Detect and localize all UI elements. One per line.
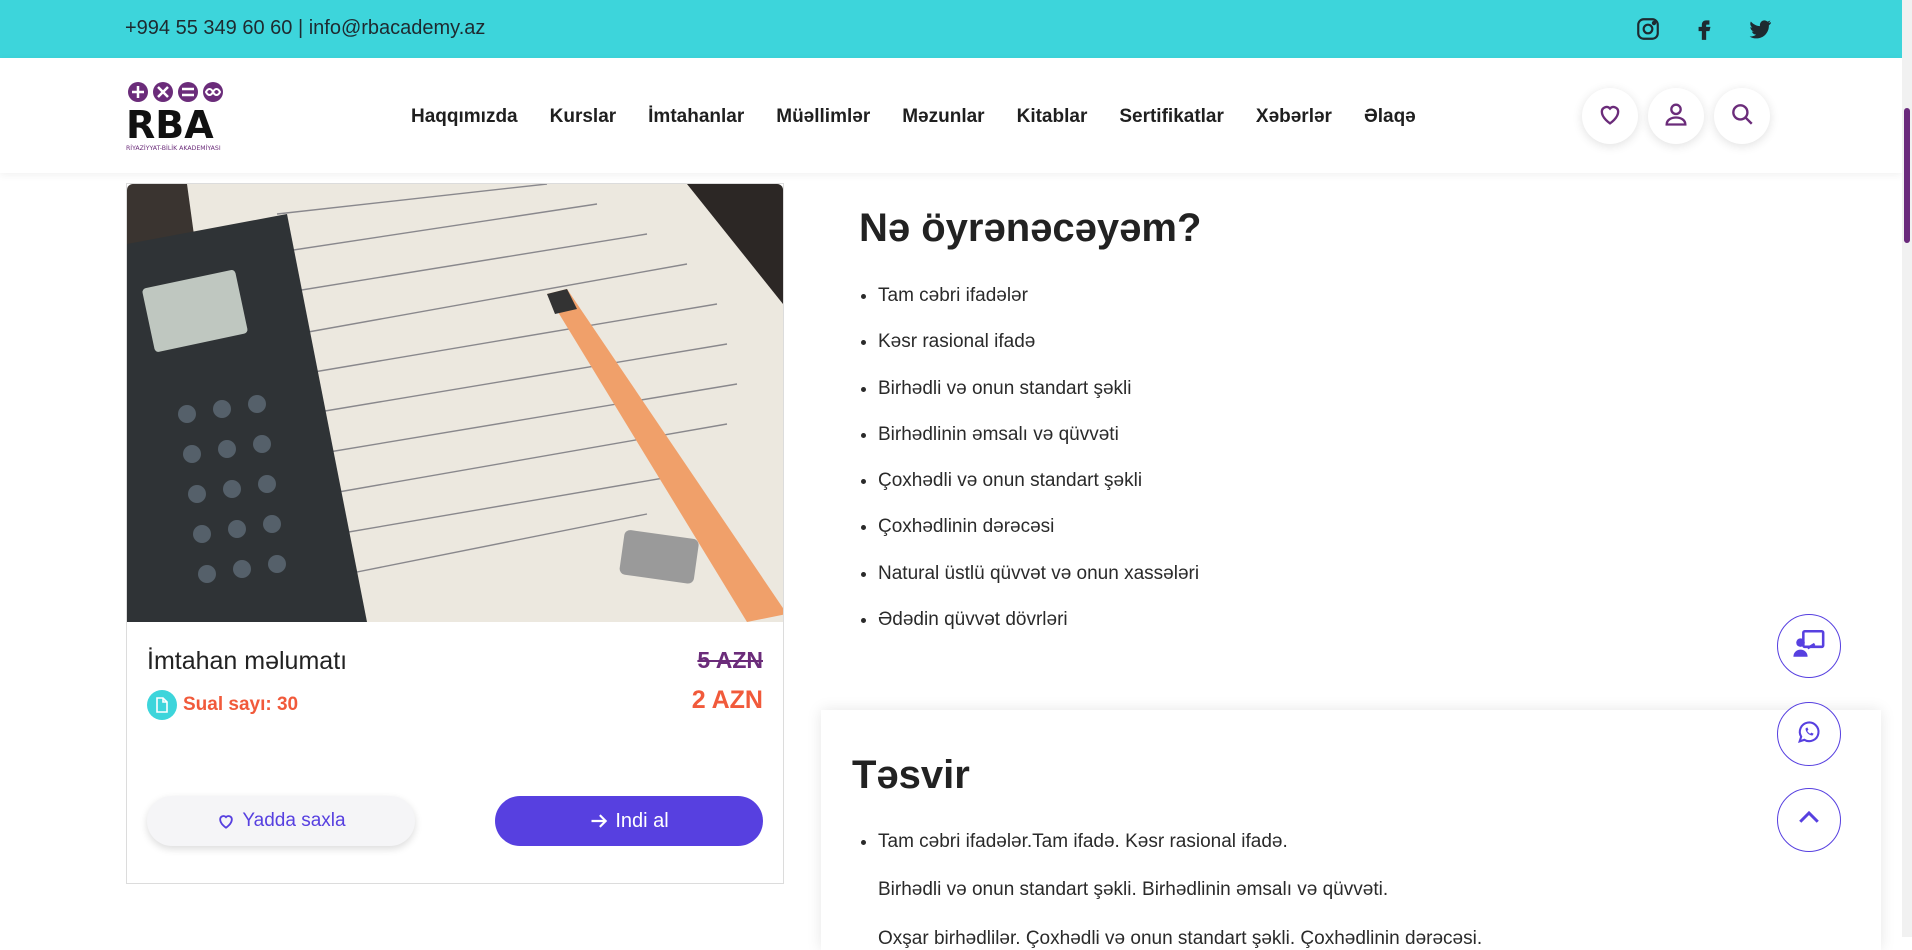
nav-item-news[interactable]: Xəbərlər <box>1256 106 1332 128</box>
list-item: Çoxhədlinin dərəcəsi <box>878 515 1578 561</box>
rba-logo[interactable]: RBA RİYAZİYYAT-BİLİK AKADEMİYASI <box>126 80 232 152</box>
nav-item-graduates[interactable]: Məzunlar <box>902 106 984 128</box>
arrow-right-icon <box>589 811 609 831</box>
logo-subtitle: RİYAZİYYAT-BİLİK AKADEMİYASI <box>126 143 221 152</box>
twitter-icon[interactable] <box>1747 16 1773 42</box>
whatsapp-button[interactable] <box>1777 702 1841 766</box>
instagram-icon[interactable] <box>1635 16 1661 42</box>
save-button-label: Yadda saxla <box>242 810 346 831</box>
nav-item-teachers[interactable]: Müəllimlər <box>776 106 870 128</box>
search-icon <box>1729 101 1755 132</box>
list-item: Birhədlinin əmsalı və qüvvəti <box>878 423 1578 469</box>
question-count: Sual sayı: 30 <box>147 690 298 720</box>
description-line-1: Tam cəbri ifadələr.Tam ifadə. Kəsr rasio… <box>878 830 1838 854</box>
wishlist-button[interactable] <box>1582 88 1638 144</box>
document-icon <box>147 690 177 720</box>
current-price: 2 AZN <box>691 686 763 714</box>
list-item: Kəsr rasional ifadə <box>878 330 1578 376</box>
scroll-to-top-button[interactable] <box>1777 788 1841 852</box>
list-item: Tam cəbri ifadələr <box>878 284 1578 330</box>
nav-item-contact[interactable]: Əlaqə <box>1364 106 1416 128</box>
list-item: Çoxhədli və onun standart şəkli <box>878 469 1578 515</box>
heart-icon <box>216 811 236 831</box>
main-nav: Haqqımızda Kurslar İmtahanlar Müəllimlər… <box>411 106 1448 128</box>
top-contact-bar: +994 55 349 60 60 | info@rbacademy.az <box>0 0 1902 58</box>
teacher-board-icon <box>1792 627 1826 666</box>
whatsapp-icon <box>1795 718 1823 751</box>
list-item: Natural üstlü qüvvət və onun xassələri <box>878 562 1578 608</box>
nav-item-certificates[interactable]: Sertifikatlar <box>1119 106 1224 128</box>
learn-list: Tam cəbri ifadələr Kəsr rasional ifadə B… <box>878 284 1578 654</box>
contact-info[interactable]: +994 55 349 60 60 | info@rbacademy.az <box>125 17 485 40</box>
nav-item-about[interactable]: Haqqımızda <box>411 106 518 128</box>
nav-item-courses[interactable]: Kurslar <box>550 106 617 128</box>
list-item: Birhədli və onun standart şəkli <box>878 377 1578 423</box>
buy-button-label: Indi al <box>615 809 669 832</box>
nav-item-books[interactable]: Kitablar <box>1017 106 1088 128</box>
exam-title: İmtahan məlumatı <box>147 647 348 675</box>
logo-text: RBA <box>126 103 214 147</box>
learn-section-title: Nə öyrənəcəyəm? <box>859 206 1202 250</box>
old-price: 5 AZN <box>697 647 763 673</box>
user-icon <box>1662 100 1690 133</box>
question-count-label: Sual sayı: 30 <box>183 694 299 715</box>
description-title: Təsvir <box>852 753 970 797</box>
description-line-3: Oxşar birhədlilər. Çoxhədli və onun stan… <box>878 928 1483 949</box>
facebook-icon[interactable] <box>1691 16 1717 42</box>
nav-item-exams[interactable]: İmtahanlar <box>648 106 744 128</box>
exam-card: İmtahan məlumatı 5 AZN 2 AZN Sual sayı: … <box>126 183 784 884</box>
main-header: RBA RİYAZİYYAT-BİLİK AKADEMİYASI Haqqımı… <box>0 58 1902 173</box>
list-item: Ədədin qüvvət dövrləri <box>878 608 1578 654</box>
exam-image <box>127 184 783 622</box>
account-button[interactable] <box>1648 88 1704 144</box>
heart-icon <box>1596 100 1624 133</box>
save-button[interactable]: Yadda saxla <box>147 796 415 846</box>
scrollbar-thumb[interactable] <box>1904 108 1910 243</box>
description-list: Tam cəbri ifadələr.Tam ifadə. Kəsr rasio… <box>878 830 1838 854</box>
chevron-up-icon <box>1794 803 1824 838</box>
description-panel: Təsvir Tam cəbri ifadələr.Tam ifadə. Kəs… <box>821 710 1881 950</box>
search-button[interactable] <box>1714 88 1770 144</box>
description-line-2: Birhədli və onun standart şəkli. Birhədl… <box>878 879 1389 900</box>
buy-now-button[interactable]: Indi al <box>495 796 763 846</box>
online-class-button[interactable] <box>1777 614 1841 678</box>
